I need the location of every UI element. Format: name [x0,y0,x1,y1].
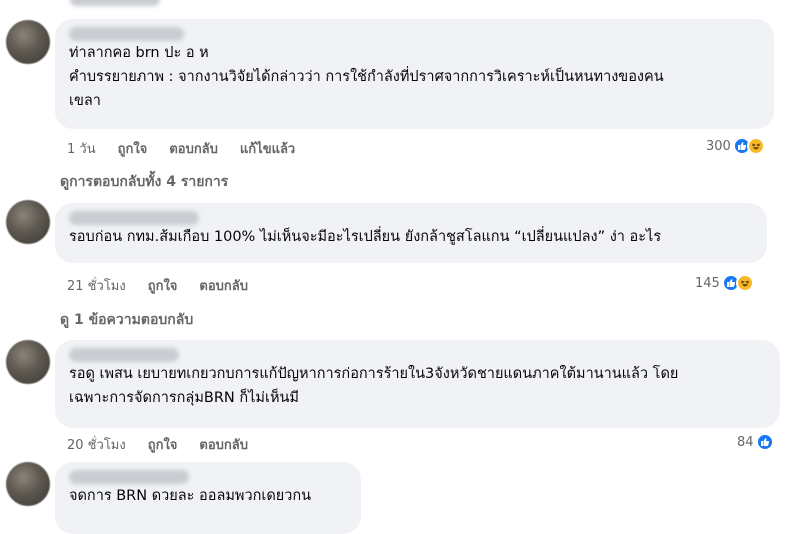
comment-bubble: ท่าลากคอ brn ปะ อ ห คำบรรยายภาพ : จากงาน… [55,19,774,129]
comment-text: ท่าลากคอ brn ปะ อ ห คำบรรยายภาพ : จากงาน… [69,45,664,109]
comment-bubble: รอบก่อน กทม.ส้มเกือบ 100% ไม่เห็นจะมีอะไ… [55,203,767,263]
commenter-name[interactable] [69,211,199,225]
avatar[interactable] [6,200,50,244]
reply-button[interactable]: ตอบกลับ [169,138,218,159]
haha-reaction-icon [746,137,765,155]
comment-actions: 21 ชั่วโมง ถูกใจ ตอบกลับ [67,275,248,296]
like-reaction-icon [755,433,774,451]
view-replies-link[interactable]: ดู 1 ข้อความตอบกลับ [60,309,193,331]
comment-time[interactable]: 20 ชั่วโมง [67,434,126,455]
edited-label[interactable]: แก้ไขแล้ว [240,138,295,159]
commenter-name[interactable] [69,27,184,41]
reaction-summary[interactable]: 84 [737,433,774,451]
reaction-count: 84 [737,434,754,450]
like-button[interactable]: ถูกใจ [148,434,178,455]
comment-bubble: รอดู เพสน เยบายทเกยวกบการแก้ปัญหาการก่อก… [55,340,780,428]
reply-button[interactable]: ตอบกลับ [199,434,248,455]
reaction-summary[interactable]: 145 [695,274,754,292]
comment-actions: 1 วัน ถูกใจ ตอบกลับ แก้ไขแล้ว [67,138,295,159]
comment-time[interactable]: 1 วัน [67,138,96,159]
comment-time[interactable]: 21 ชั่วโมง [67,275,126,296]
previous-comment-name-blur [70,0,160,6]
comment-bubble: จดการ BRN ดวยละ ออลมพวกเดยวกน [55,462,361,534]
reaction-count: 300 [706,138,731,154]
reply-button[interactable]: ตอบกลับ [199,275,248,296]
avatar[interactable] [6,462,50,506]
comment-text: จดการ BRN ดวยละ ออลมพวกเดยวกน [69,488,312,504]
like-button[interactable]: ถูกใจ [148,275,178,296]
comment-text: รอบก่อน กทม.ส้มเกือบ 100% ไม่เห็นจะมีอะไ… [69,229,662,245]
reaction-count: 145 [695,275,720,291]
commenter-name[interactable] [69,348,179,362]
like-button[interactable]: ถูกใจ [118,138,148,159]
comment-text: รอดู เพสน เยบายทเกยวกบการแก้ปัญหาการก่อก… [69,366,679,406]
reaction-summary[interactable]: 300 [706,137,765,155]
commenter-name[interactable] [69,470,189,484]
comment-actions: 20 ชั่วโมง ถูกใจ ตอบกลับ [67,434,248,455]
view-replies-link[interactable]: ดูการตอบกลับทั้ง 4 รายการ [60,171,228,193]
avatar[interactable] [6,340,50,384]
avatar[interactable] [6,20,50,64]
haha-reaction-icon [735,274,754,292]
